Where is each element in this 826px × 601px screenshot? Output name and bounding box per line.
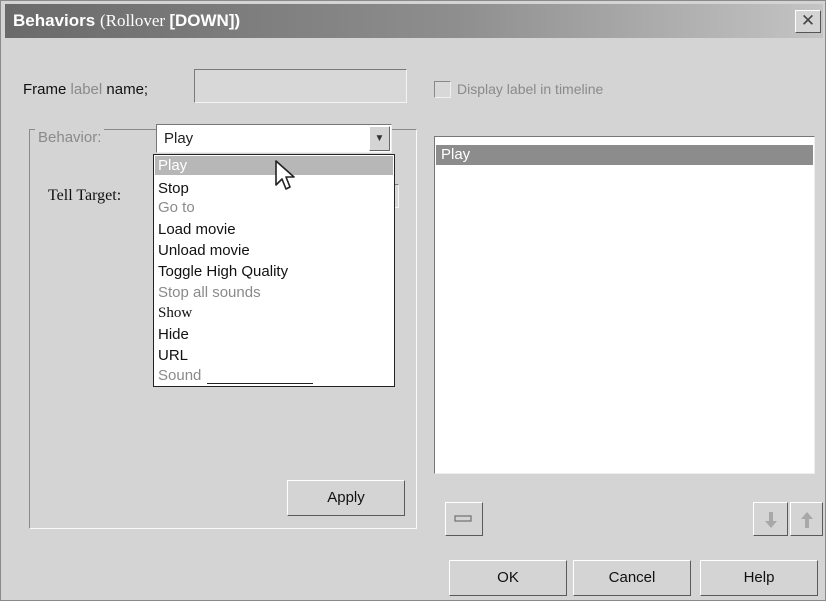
dropdown-option-sound[interactable]: Sound xyxy=(158,366,201,385)
move-up-button[interactable] xyxy=(790,502,823,536)
frame-label-prefix: Frame xyxy=(23,81,71,98)
behavior-select[interactable]: Play ▼ xyxy=(156,124,392,153)
cancel-button[interactable]: Cancel xyxy=(573,560,691,596)
actions-list-item-play[interactable]: Play xyxy=(436,145,813,165)
dropdown-option-go-to[interactable]: Go to xyxy=(158,198,195,217)
mouse-pointer-icon xyxy=(275,160,295,190)
behavior-select-value: Play xyxy=(164,130,194,147)
help-button[interactable]: Help xyxy=(700,560,818,596)
frame-label-highlight: label xyxy=(70,81,103,98)
arrow-down-icon xyxy=(764,512,777,528)
behavior-label: Behavior: xyxy=(35,129,105,146)
actions-list[interactable]: Play xyxy=(434,136,815,474)
dropdown-option-stop-all-sounds[interactable]: Stop all sounds xyxy=(158,283,261,302)
display-label-caption: Display label in timeline xyxy=(457,81,604,97)
title-bar[interactable]: Behaviors (Rollover [DOWN]) ✕ xyxy=(5,4,823,38)
tell-target-label: Tell Target: xyxy=(48,187,122,204)
title-state: [DOWN]) xyxy=(169,11,241,30)
dropdown-option-show[interactable]: Show xyxy=(158,304,192,323)
window-title: Behaviors (Rollover [DOWN]) xyxy=(13,11,240,31)
title-main: Behaviors xyxy=(13,11,96,30)
remove-action-button[interactable] xyxy=(445,502,483,536)
title-paren: (Rollover xyxy=(99,11,170,30)
ok-button[interactable]: OK xyxy=(449,560,567,596)
dropdown-option-load-movie[interactable]: Load movie xyxy=(158,220,236,239)
frame-label-suffix: name; xyxy=(102,81,149,98)
dropdown-option-toggle-high-quality[interactable]: Toggle High Quality xyxy=(158,262,288,281)
chevron-down-icon: ▼ xyxy=(374,133,385,144)
move-down-button[interactable] xyxy=(753,502,788,536)
apply-button[interactable]: Apply xyxy=(287,480,405,516)
dropdown-bottom-line xyxy=(207,383,313,384)
minus-icon xyxy=(454,515,472,522)
dropdown-option-hide[interactable]: Hide xyxy=(158,325,189,344)
dropdown-option-url[interactable]: URL xyxy=(158,346,188,365)
display-label-checkbox[interactable] xyxy=(434,81,451,98)
behavior-select-arrow[interactable]: ▼ xyxy=(369,126,390,151)
arrow-up-icon xyxy=(800,512,813,528)
frame-label-caption: Frame label name; xyxy=(23,81,148,98)
close-icon: ✕ xyxy=(800,11,816,30)
dropdown-option-unload-movie[interactable]: Unload movie xyxy=(158,241,250,260)
dropdown-option-stop[interactable]: Stop xyxy=(158,179,189,198)
close-button[interactable]: ✕ xyxy=(795,10,821,33)
behaviors-dialog: Behaviors (Rollover [DOWN]) ✕ Frame labe… xyxy=(0,0,826,601)
frame-label-input[interactable] xyxy=(194,69,407,103)
